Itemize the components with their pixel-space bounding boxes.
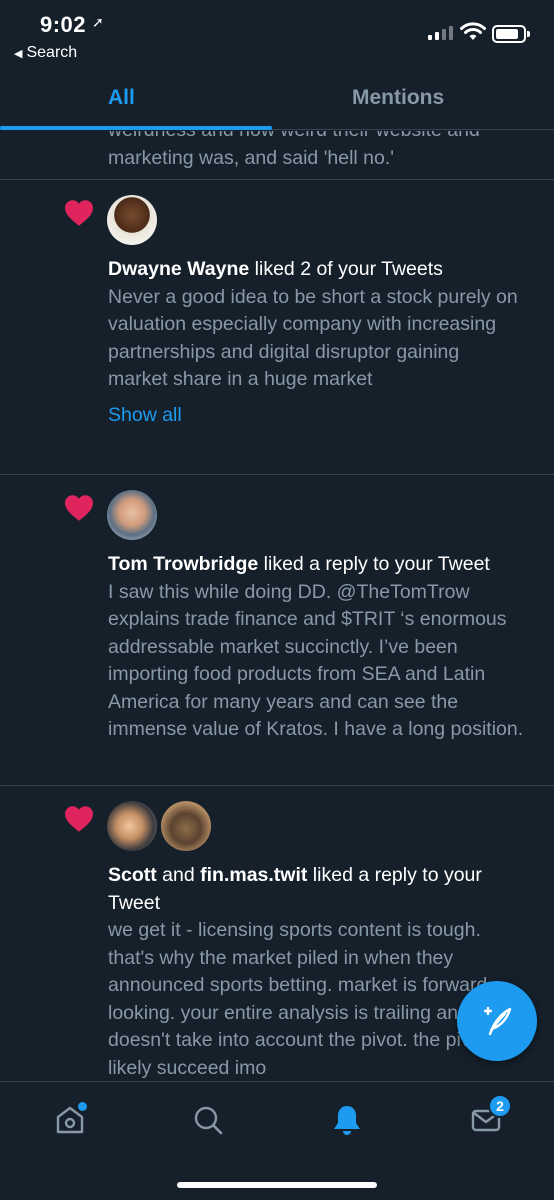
compose-icon [483,1006,512,1036]
compose-tweet-button[interactable] [457,981,537,1061]
search-icon [194,1106,223,1135]
heart-icon [65,200,93,226]
status-time: 9:02 [40,12,87,37]
actor-name[interactable]: fin.mas.twit [200,864,307,886]
tweet-text: we get it - licensing sports content is … [108,919,520,1079]
notification-feed[interactable]: weirdness and how weird their website an… [0,131,554,1081]
avatar-group [107,195,157,245]
bell-icon [334,1106,360,1135]
avatar-group [107,801,211,851]
nav-notifications[interactable] [327,1100,367,1140]
active-tab-indicator [0,126,272,130]
avatar-group [107,490,157,540]
battery-icon [492,25,530,43]
heart-icon [65,495,93,521]
tweet-text: weirdness and how weird their website an… [108,131,480,169]
heart-icon [65,806,93,832]
tweet-text: Never a good idea to be short a stock pu… [108,285,518,391]
action-text: liked 2 of your Tweets [249,258,443,280]
actor-name[interactable]: Dwayne Wayne [108,258,249,280]
notification-tabs: All Mentions [0,72,554,130]
home-unread-dot [78,1102,87,1111]
avatar[interactable] [107,195,157,245]
avatar[interactable] [107,490,157,540]
nav-messages[interactable]: 2 [466,1094,512,1140]
signal-icon [428,26,453,40]
back-to-search[interactable]: ◀ Search [14,44,77,62]
messages-badge: 2 [488,1094,512,1118]
nav-search[interactable] [188,1100,228,1140]
connector-text: and [156,864,201,886]
home-indicator [177,1182,377,1188]
notification-item[interactable]: Tom Trowbridge liked a reply to your Twe… [0,475,554,786]
tab-mentions[interactable]: Mentions [352,86,444,110]
actor-name[interactable]: Scott [108,864,157,886]
tab-all[interactable]: All [108,86,135,110]
nav-home[interactable] [50,1100,90,1140]
back-search-label: Search [26,44,78,61]
show-all-link[interactable]: Show all [108,404,554,427]
avatar[interactable] [161,801,211,851]
notification-headline: Tom Trowbridge liked a reply to your Twe… [108,475,526,579]
notification-item[interactable]: Dwayne Wayne liked 2 of your Tweets Neve… [0,180,554,475]
tweet-text: I saw this while doing DD. @TheTomTrow e… [108,580,524,741]
status-bar: 9:02 ➚ ◀ Search [0,0,554,72]
location-arrow-icon: ➚ [92,14,104,30]
actor-name[interactable]: Tom Trowbridge [108,553,258,575]
notification-item[interactable]: weirdness and how weird their website an… [0,131,554,180]
wifi-icon [460,22,486,40]
notification-headline: Dwayne Wayne liked 2 of your Tweets [108,180,526,284]
avatar[interactable] [107,801,157,851]
action-text: liked a reply to your Tweet [258,553,490,575]
back-triangle-icon: ◀ [14,48,23,60]
